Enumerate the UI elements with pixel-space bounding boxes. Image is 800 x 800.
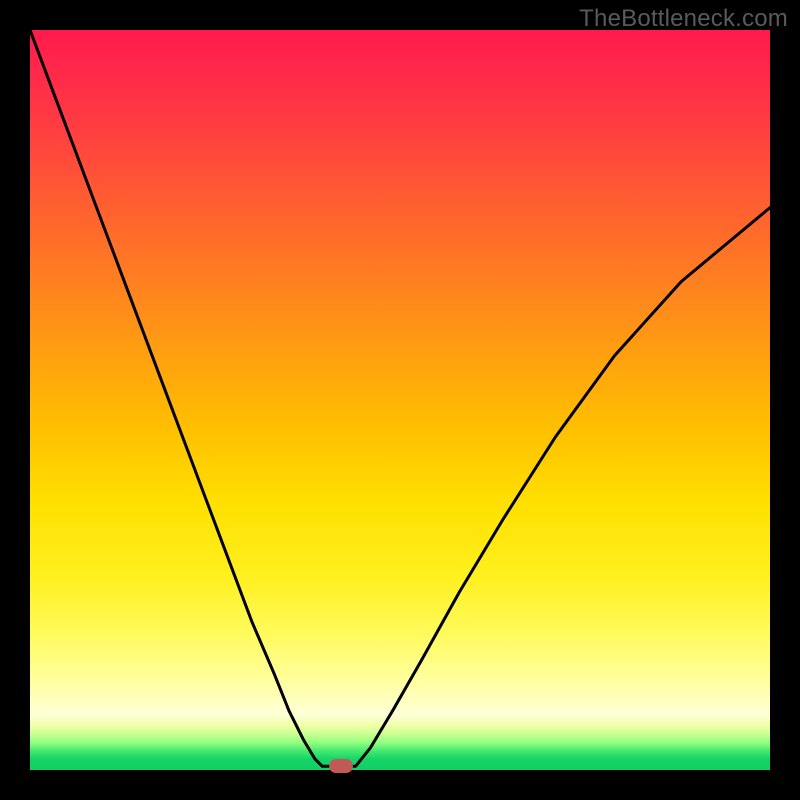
bottleneck-curve <box>30 30 770 770</box>
optimal-point-marker <box>329 759 353 773</box>
watermark-text: TheBottleneck.com <box>579 5 788 33</box>
chart-frame: TheBottleneck.com <box>0 0 800 800</box>
plot-area <box>30 30 770 770</box>
